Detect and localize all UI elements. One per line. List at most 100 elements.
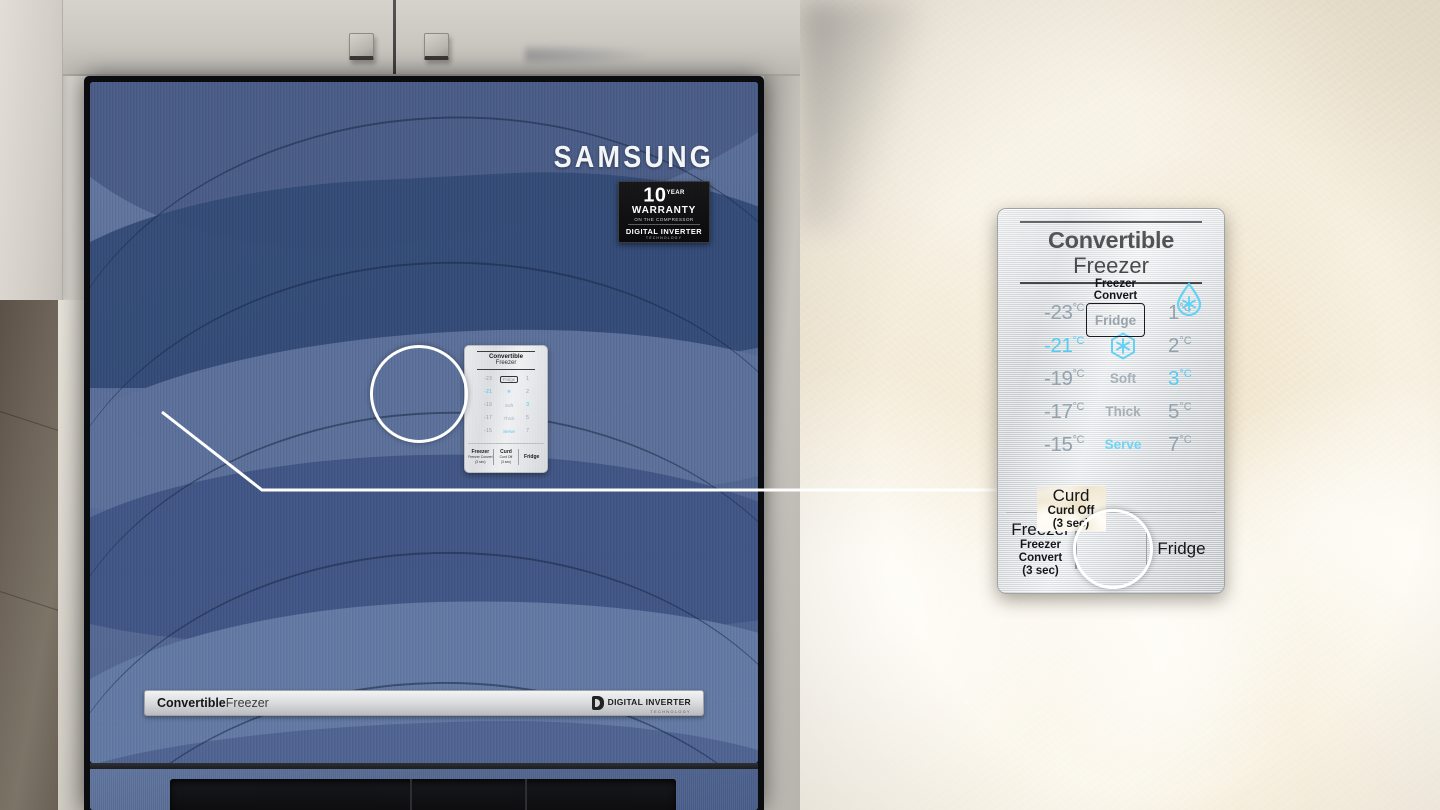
mini-row: -23 Fridge 1 <box>470 373 542 386</box>
mini-right-temp: 1 <box>526 376 530 382</box>
overhead-cabinets <box>63 0 800 76</box>
mini-mid-label: Thick <box>503 415 515 421</box>
ice-drop-icon <box>1174 282 1204 321</box>
drawer-wave <box>90 783 758 810</box>
mini-snowflake-icon: ❄ <box>507 389 511 394</box>
mini-convert-box[interactable]: Fridge <box>499 375 519 383</box>
model-name-light: Freezer <box>225 696 269 710</box>
lower-drawer[interactable] <box>90 769 758 810</box>
panel-rule-top <box>1020 221 1202 223</box>
mini-left-temp: -17 <box>483 415 492 421</box>
left-lower-panel <box>0 300 58 810</box>
mini-left-temp: -21 <box>483 389 492 395</box>
warranty-tech-sub: TECHNOLOGY <box>645 235 683 240</box>
mini-row: -19 Soft 3 <box>470 399 542 412</box>
temperature-row[interactable]: -19°C Soft 3°C <box>1010 362 1212 395</box>
fridge-temp-value: 5°C <box>1168 399 1192 423</box>
panel-header: Convertible Freezer <box>998 209 1224 284</box>
cabinet-knob-left[interactable] <box>349 33 374 60</box>
freezer-button-hold: (3 sec) <box>1022 564 1059 577</box>
curd-mode-thick[interactable]: Thick <box>1084 404 1162 419</box>
mini-rule-bottom <box>477 368 535 370</box>
mini-curd-hold: (3 sec) <box>500 459 512 464</box>
mini-rule-top <box>477 351 535 352</box>
curd-button-sub: Curd Off <box>1047 505 1095 517</box>
freezer-temp-value: -23°C <box>1044 300 1084 324</box>
mini-left-temp: -19 <box>483 402 492 408</box>
panel-title-line1: Convertible <box>1048 227 1174 253</box>
warranty-years: 10YEAR <box>619 184 709 207</box>
mini-right-temp: 7 <box>526 428 530 434</box>
left-wall-strip <box>58 300 84 810</box>
magnifier-circle-small <box>370 345 468 443</box>
fridge-button[interactable]: Fridge <box>1147 539 1216 558</box>
left-upper-cabinet <box>0 0 63 300</box>
refrigerator: SAMSUNG 10YEAR WARRANTY ON THE COMPRESSO… <box>84 76 764 810</box>
samsung-brand-logo: SAMSUNG <box>553 140 714 174</box>
mini-title-line2: Freezer <box>495 360 517 366</box>
freezer-temp-value: -21°C <box>1044 333 1084 357</box>
digital-inverter-badge: DIGITAL INVERTER TECHNOLOGY <box>591 692 691 715</box>
freezer-convert-label-1: Freezer <box>1095 278 1136 290</box>
cabinet-shadow <box>525 44 645 66</box>
mini-curd-button[interactable]: Curd Curd Off (3 sec) <box>494 449 519 464</box>
cabinet-knob-right[interactable] <box>424 33 449 60</box>
freezer-convert-label-2: Convert <box>1093 290 1138 302</box>
mini-row: -21 ❄ 2 <box>470 386 542 399</box>
mini-row: -17 Thick 5 <box>470 412 542 425</box>
warranty-years-number: 10 <box>643 184 667 207</box>
di-title: DIGITAL INVERTER <box>607 697 691 707</box>
fridge-right-gap <box>764 76 800 810</box>
mini-right-temp: 3 <box>526 402 530 408</box>
freezer-temp-value: -19°C <box>1044 366 1084 390</box>
freezer-button-sub: Freezer Convert <box>1018 538 1063 564</box>
warranty-badge: 10YEAR WARRANTY ON THE COMPRESSOR DIGITA… <box>618 181 710 243</box>
digital-inverter-icon <box>591 696 604 710</box>
kitchen-fridge-scene: SAMSUNG 10YEAR WARRANTY ON THE COMPRESSO… <box>0 0 800 810</box>
fridge-temp-value: 3°C <box>1168 366 1192 390</box>
curd-mode-soft[interactable]: Soft <box>1084 371 1162 386</box>
panel-temperature-rows: Freezer Convert Fridge -23°C 1°C -21°C 2… <box>998 278 1224 461</box>
temperature-row[interactable]: -17°C Thick 5°C <box>1010 395 1212 428</box>
mini-fridge-label: Fridge <box>524 453 540 460</box>
mini-freezer-button[interactable]: Freezer Freezer Convert (3 sec) <box>468 449 493 464</box>
fridge-temp-value: 7°C <box>1168 432 1192 456</box>
fridge-temp-value: 2°C <box>1168 333 1192 357</box>
freezer-temp-value: -17°C <box>1044 399 1084 423</box>
warranty-subtitle: ON THE COMPRESSOR <box>628 217 700 225</box>
freezer-convert-control[interactable]: Freezer Convert Fridge <box>1086 278 1145 337</box>
freezer-convert-value[interactable]: Fridge <box>1086 303 1145 337</box>
panel-button-bar: Freezer Freezer Convert (3 sec) Curd Cur… <box>1006 486 1216 584</box>
mini-right-temp: 2 <box>526 389 530 395</box>
curd-mode-serve[interactable]: Serve <box>1084 437 1162 452</box>
warranty-year-label: YEAR <box>666 190 685 196</box>
door-control-panel[interactable]: Convertible Freezer -23 Fridge 1 -21 ❄ 2… <box>464 345 548 473</box>
mini-button-bar: Freezer Freezer Convert (3 sec) Curd Cur… <box>468 443 544 469</box>
mini-title-line1: Convertible <box>488 353 524 360</box>
mini-mid-label: Serve <box>502 428 515 434</box>
drawer-handle[interactable] <box>170 779 676 810</box>
panel-title-line2: Freezer <box>1073 253 1149 278</box>
control-panel[interactable]: Convertible Freezer Freezer Convert Frid… <box>997 208 1225 594</box>
mini-freezer-hold: (3 sec) <box>475 459 486 464</box>
model-name: ConvertibleFreezer <box>157 696 269 710</box>
mini-freezer-sub: Freezer Convert <box>468 455 493 460</box>
mini-panel-title: Convertible Freezer <box>465 351 547 370</box>
screenshot-stage: SAMSUNG 10YEAR WARRANTY ON THE COMPRESSO… <box>0 0 1440 810</box>
mini-panel-rows: -23 Fridge 1 -21 ❄ 2 -19 Soft 3 -17 Thic… <box>465 373 547 438</box>
fridge-button-label: Fridge <box>1157 539 1206 558</box>
temperature-row[interactable]: -15°C Serve 7°C <box>1010 428 1212 461</box>
warranty-title: WARRANTY <box>631 204 697 216</box>
mini-row: -15 Serve 7 <box>470 425 542 438</box>
button-separator <box>1075 528 1077 569</box>
mini-left-temp: -15 <box>483 428 492 434</box>
handle-seam <box>525 779 527 810</box>
model-name-strip: ConvertibleFreezer DIGITAL INVERTER TECH… <box>144 690 704 716</box>
cabinet-seam <box>393 0 396 74</box>
mini-left-temp: -23 <box>483 376 492 382</box>
mini-fridge-button[interactable]: Fridge <box>519 454 544 460</box>
mini-mid-label: Soft <box>504 402 514 408</box>
digital-inverter-text: DIGITAL INVERTER TECHNOLOGY <box>607 692 691 715</box>
curd-button[interactable]: Curd Curd Off (3 sec) <box>1036 486 1106 531</box>
curd-button-label: Curd <box>1052 486 1090 505</box>
